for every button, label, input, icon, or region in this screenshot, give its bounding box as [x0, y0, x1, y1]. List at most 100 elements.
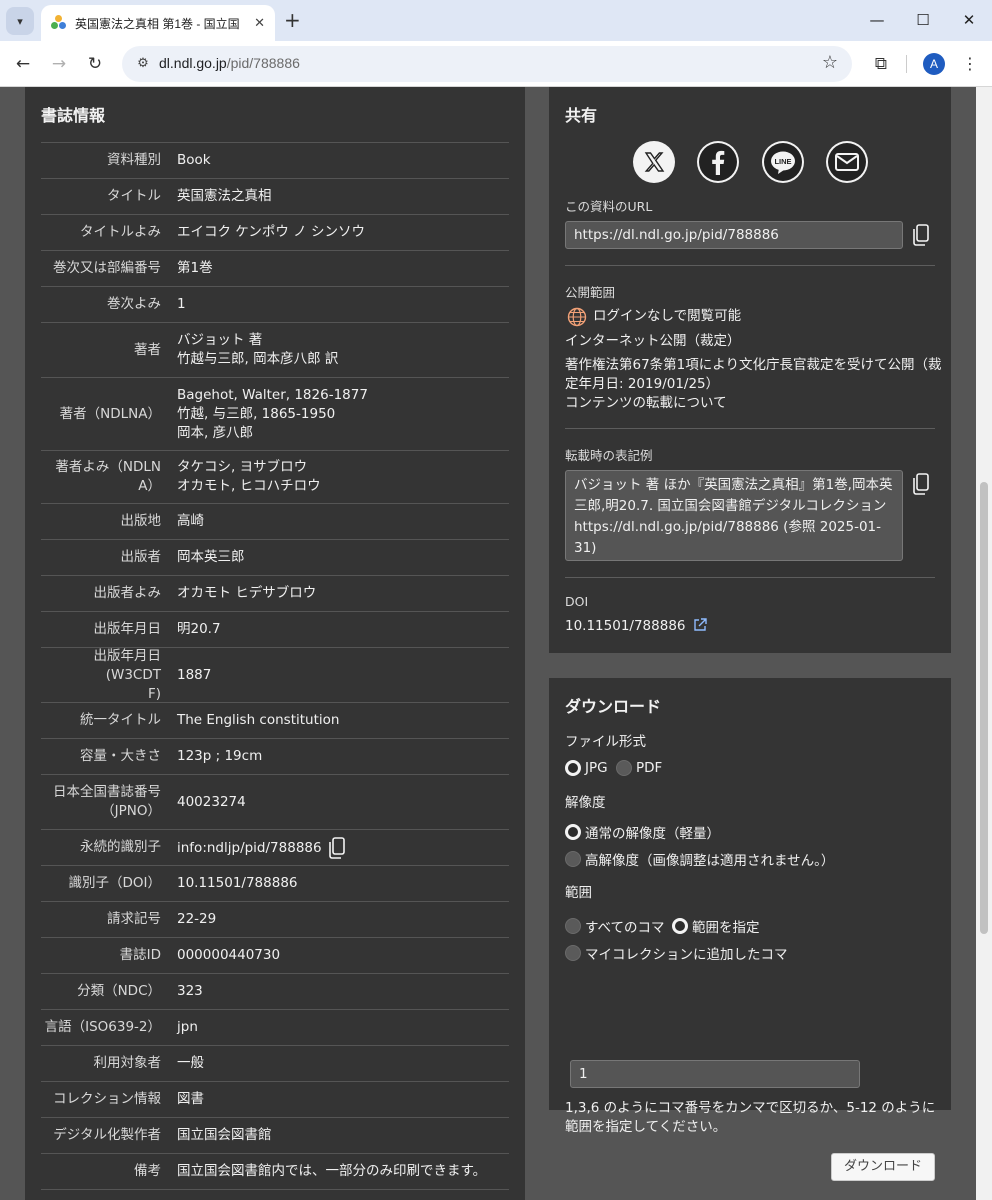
doi-label: DOI [565, 594, 589, 609]
bib-value: 国立国会図書館 [169, 1126, 509, 1145]
citation-field[interactable]: バジョット 著 ほか『英国憲法之真相』第1巻,岡本英 三郎,明20.7. 国立国… [565, 470, 903, 561]
resolution-normal-radio[interactable]: 通常の解像度（軽量） [565, 822, 720, 842]
copy-url-icon[interactable] [912, 224, 930, 246]
share-panel: 共有 LINE この資料のURL https://dl.ndl.go.jp/pi… [549, 87, 951, 653]
bib-label: 出版者 [120, 549, 162, 565]
tab-search-icon[interactable]: ▾ [6, 7, 34, 35]
share-title: 共有 [565, 106, 598, 125]
minimize-icon[interactable]: — [862, 8, 892, 32]
x-icon[interactable] [633, 141, 675, 183]
bib-value-line: 図書 [177, 1091, 204, 1107]
scrollbar-thumb[interactable] [980, 482, 988, 934]
range-mycollection-radio[interactable]: マイコレクションに追加したコマ [565, 943, 788, 963]
svg-text:LINE: LINE [774, 157, 791, 166]
divider [565, 577, 935, 578]
window-close-icon[interactable]: ✕ [954, 8, 984, 32]
scope-label: 公開範囲 [565, 285, 616, 300]
address-bar[interactable]: ⚙ dl.ndl.go.jp/pid/788886 ☆ [122, 46, 852, 82]
divider [565, 265, 935, 266]
bib-value: 明20.7 [169, 620, 509, 639]
maximize-icon[interactable]: ☐ [908, 8, 938, 32]
bib-value-line: 第1巻 [177, 260, 213, 276]
profile-avatar[interactable]: A [923, 53, 945, 75]
browser-toolbar: ← → ↻ ⚙ dl.ndl.go.jp/pid/788886 ☆ ⧉ A ⋮ [0, 41, 992, 87]
resolution-high-radio[interactable]: 高解像度（画像調整は適用されません。） [565, 849, 834, 869]
bib-table: 資料種別 Book タイトル 英国憲法之真相 タイトルよみ エイコク ケンポウ ノ シンソ… [41, 142, 509, 1190]
format-jpg-radio[interactable]: JPG [565, 760, 608, 776]
bib-value-line: 000000440730 [177, 947, 281, 963]
bib-value-line: オカモト, ヒコハチロウ [177, 478, 321, 494]
bib-value-line: 22-29 [177, 911, 217, 927]
bib-value: The English constitution [169, 711, 509, 730]
bib-label: 著者（NDLNA） [59, 405, 161, 422]
copy-citation-icon[interactable] [912, 473, 930, 495]
bib-value-line: バジョット 著 [177, 332, 263, 348]
bib-value: 40023274 [169, 793, 509, 812]
bib-row: 著者（NDLNA） Bagehot, Walter, 1826-1877 竹越, 与… [41, 378, 509, 451]
reprint-link[interactable]: コンテンツの転載について [565, 394, 727, 413]
bib-row: 分類（NDC） 323 [41, 974, 509, 1010]
bib-value: 図書 [169, 1090, 509, 1109]
bib-value-line: 高崎 [177, 513, 204, 529]
mail-icon[interactable] [826, 141, 868, 183]
bib-value-line: 1887 [177, 666, 212, 683]
forward-icon[interactable]: → [46, 51, 72, 77]
bib-label: 容量・大きさ [80, 748, 161, 764]
bib-value-line: 明20.7 [177, 621, 221, 637]
copy-identifier-icon[interactable] [328, 836, 346, 859]
line-icon[interactable]: LINE [762, 141, 804, 183]
active-tab[interactable]: 英国憲法之真相 第1巻 - 国立国 ✕ [41, 5, 275, 41]
bib-value-line: 1 [177, 296, 186, 312]
tab-title: 英国憲法之真相 第1巻 - 国立国 [75, 16, 240, 31]
bib-value: 国立国会図書館内では、一部分のみ印刷できます。 [169, 1162, 509, 1181]
bib-row: 資料種別 Book [41, 143, 509, 179]
citation-line: 31) [574, 540, 597, 556]
back-icon[interactable]: ← [10, 51, 36, 77]
bib-row: 巻次又は部編番号 第1巻 [41, 251, 509, 287]
format-pdf-radio[interactable]: PDF [616, 760, 662, 776]
tab-close-icon[interactable]: ✕ [254, 16, 265, 31]
bookmark-star-icon[interactable]: ☆ [822, 52, 838, 73]
scope-status: ログインなしで閲覧可能 [593, 308, 742, 324]
citation-label: 転載時の表記例 [565, 448, 653, 463]
bib-value: 一般 [169, 1054, 509, 1073]
bib-row: 巻次よみ 1 [41, 287, 509, 323]
bib-row: コレクション情報 図書 [41, 1082, 509, 1118]
bib-value: 1887 [169, 666, 509, 685]
bib-value: 123p ; 19cm [169, 747, 509, 766]
range-all-radio[interactable]: すべてのコマ [565, 916, 665, 936]
range-specify-radio[interactable]: 範囲を指定 [672, 916, 760, 936]
bib-label: 著者よみ（NDLN A） [55, 459, 161, 494]
doi-link[interactable]: 10.11501/788886 [565, 617, 707, 636]
bib-value: 高崎 [169, 512, 509, 531]
radio-selected-icon [672, 918, 688, 934]
extensions-icon[interactable]: ⧉ [868, 51, 894, 77]
url-text[interactable]: dl.ndl.go.jp/pid/788886 [159, 55, 300, 71]
bib-row: 出版年月日(W3CDT F) 1887 [41, 648, 509, 703]
citation-line: バジョット 著 ほか『英国憲法之真相』第1巻,岡本英 [574, 477, 893, 493]
download-button[interactable]: ダウンロード [831, 1153, 935, 1181]
range-input[interactable]: 1 [570, 1060, 860, 1088]
bib-label: 識別子（DOI） [68, 875, 161, 891]
bib-row: 出版者 岡本英三郎 [41, 540, 509, 576]
bib-label: 利用対象者 [93, 1055, 162, 1071]
bib-label: 出版地 [120, 513, 162, 529]
bib-value: Bagehot, Walter, 1826-1877 竹越, 与三郎, 1865-… [169, 386, 509, 443]
bib-row: 利用対象者 一般 [41, 1046, 509, 1082]
bib-row: 識別子（DOI） 10.11501/788886 [41, 866, 509, 902]
bib-label: デジタル化製作者 [53, 1127, 161, 1143]
bib-value-line: Bagehot, Walter, 1826-1877 [177, 386, 368, 403]
facebook-icon[interactable] [697, 141, 739, 183]
bib-row: 日本全国書誌番号 （JPNO） 40023274 [41, 775, 509, 830]
bib-label: 出版年月日 [93, 621, 162, 637]
bib-value: 岡本英三郎 [169, 548, 509, 567]
browser-menu-icon[interactable]: ⋮ [958, 51, 982, 77]
bib-label: 巻次又は部編番号 [53, 260, 161, 276]
site-info-icon[interactable]: ⚙ [134, 55, 152, 73]
toolbar-divider [906, 55, 907, 73]
bib-label: 巻次よみ [107, 296, 161, 312]
reload-icon[interactable]: ↻ [82, 51, 108, 77]
resource-url-field[interactable]: https://dl.ndl.go.jp/pid/788886 [565, 221, 903, 249]
new-tab-button[interactable]: + [284, 8, 301, 32]
browser-chrome: ▾ 英国憲法之真相 第1巻 - 国立国 ✕ + — ☐ ✕ ← → ↻ ⚙ dl… [0, 0, 992, 87]
